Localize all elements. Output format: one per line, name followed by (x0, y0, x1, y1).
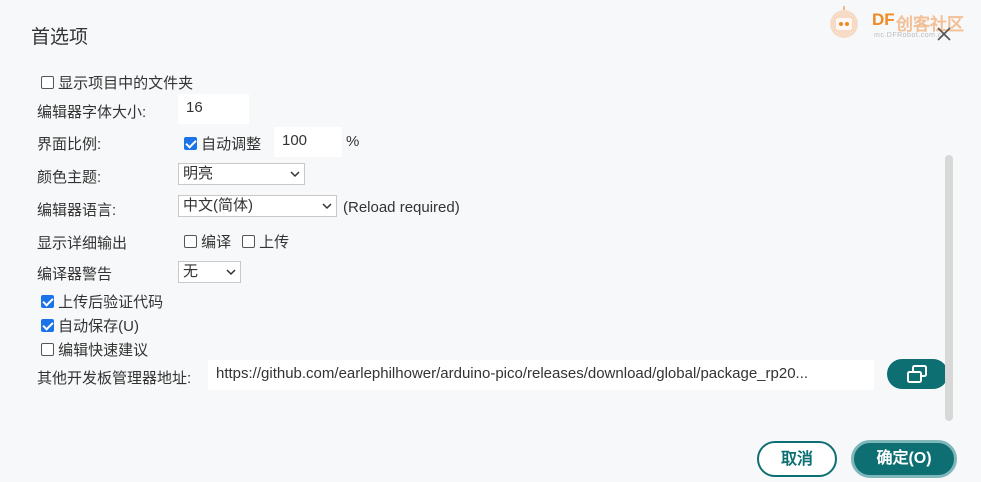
preferences-dialog: 首选项 DF 创客社区 mc.DFRobot.com.cn 显示项目中的文件夹 … (0, 0, 981, 482)
compiler-warnings-selected: 无 (183, 263, 199, 280)
quick-suggestions-option[interactable]: 编辑快速建议 (41, 339, 148, 360)
dialog-title: 首选项 (31, 27, 89, 48)
editor-language-label: 编辑器语言: (37, 202, 117, 219)
verbose-compile-label: 编译 (201, 234, 232, 251)
verbose-upload-checkbox[interactable] (242, 235, 255, 248)
cancel-button[interactable]: 取消 (757, 441, 837, 477)
quick-suggestions-label: 编辑快速建议 (58, 342, 149, 359)
quick-suggestions-checkbox[interactable] (41, 343, 54, 356)
scale-input[interactable]: 100 (274, 127, 342, 157)
auto-scale-label: 自动调整 (201, 136, 262, 153)
compiler-warnings-select[interactable]: 无 (178, 261, 241, 283)
board-manager-urls-label: 其他开发板管理器地址: (37, 370, 192, 387)
robot-logo-icon (830, 6, 858, 38)
editor-language-selected: 中文(简体) (183, 197, 253, 214)
theme-select[interactable]: 明亮 (178, 163, 305, 185)
show-sketch-folder-option[interactable]: 显示项目中的文件夹 (41, 72, 193, 93)
chevron-down-icon (226, 269, 236, 276)
verbose-upload-option[interactable]: 上传 (242, 231, 289, 252)
verbose-compile-checkbox[interactable] (184, 235, 197, 248)
font-size-input[interactable]: 16 (178, 94, 249, 124)
verbose-output-label: 显示详细输出 (37, 235, 128, 252)
auto-save-option[interactable]: 自动保存(U) (41, 315, 139, 336)
interface-scale-label: 界面比例: (37, 136, 102, 153)
auto-save-label: 自动保存(U) (58, 318, 139, 335)
show-sketch-folder-label: 显示项目中的文件夹 (58, 75, 194, 92)
show-sketch-folder-checkbox[interactable] (41, 76, 54, 89)
editor-language-select[interactable]: 中文(简体) (178, 195, 337, 217)
reload-note: (Reload required) (343, 199, 460, 216)
verify-after-upload-label: 上传后验证代码 (58, 294, 164, 311)
compiler-warnings-label: 编译器警告 (37, 266, 113, 283)
scale-unit: % (346, 133, 360, 150)
verify-after-upload-option[interactable]: 上传后验证代码 (41, 291, 163, 312)
close-icon[interactable] (934, 24, 954, 44)
theme-selected: 明亮 (183, 165, 214, 182)
theme-label: 颜色主题: (37, 169, 102, 186)
open-urls-editor-button[interactable] (887, 359, 948, 389)
auto-scale-checkbox[interactable] (184, 137, 197, 150)
external-window-icon (907, 365, 927, 383)
font-size-label: 编辑器字体大小: (37, 104, 147, 121)
auto-save-checkbox[interactable] (41, 319, 54, 332)
scrollbar[interactable] (945, 155, 953, 421)
watermark-brand: DF (872, 10, 895, 29)
verbose-upload-label: 上传 (259, 234, 290, 251)
verify-after-upload-checkbox[interactable] (41, 295, 54, 308)
chevron-down-icon (322, 203, 332, 210)
board-manager-urls-input[interactable]: https://github.com/earlephilhower/arduin… (208, 360, 874, 390)
chevron-down-icon (290, 171, 300, 178)
verbose-compile-option[interactable]: 编译 (184, 231, 231, 252)
auto-scale-option[interactable]: 自动调整 (184, 133, 261, 154)
ok-button[interactable]: 确定(O) (851, 440, 957, 478)
